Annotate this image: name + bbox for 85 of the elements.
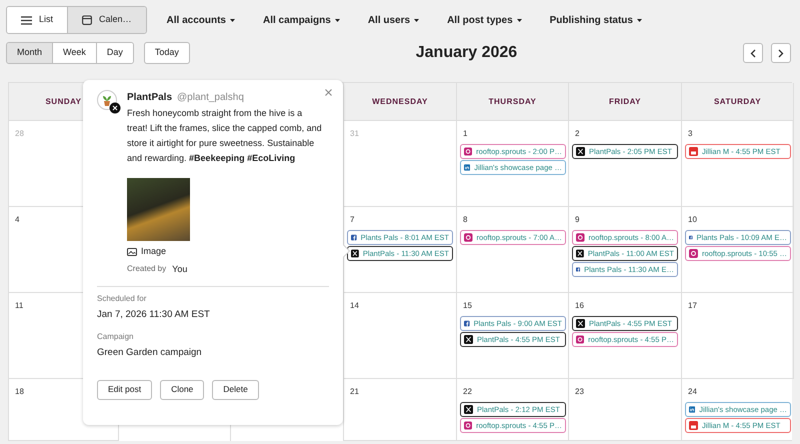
weekday-header: SATURDAY	[714, 96, 762, 108]
weekday-header: WEDNESDAY	[372, 96, 428, 108]
caret-down-icon	[230, 18, 235, 22]
popover-action-button[interactable]: Edit post	[97, 380, 152, 400]
x-logo-icon	[576, 319, 585, 328]
avatar-drawing	[97, 90, 121, 114]
filter-dropdown[interactable]: All post types	[447, 12, 522, 28]
day-number: 7	[349, 214, 354, 226]
day-number: 9	[574, 214, 580, 226]
next-button[interactable]	[771, 43, 791, 63]
day-number: 31	[349, 128, 359, 140]
caret-down-icon	[636, 18, 642, 22]
post-text: Fresh honeycomb straight from the hive is a treat! Lift the frames, slice the capped comb, and store it airtight for pure sweetness. Sustainable and rewarding. #Beekeeping #EcoLiving	[127, 107, 323, 165]
day-number: 17	[687, 300, 697, 312]
scheduled-label: Scheduled for	[97, 293, 148, 305]
day-number: 1	[462, 128, 468, 140]
account-name: PlantPals	[127, 91, 172, 105]
day-number: 21	[349, 386, 359, 398]
today-button[interactable]: Today	[144, 42, 190, 64]
facebook-icon	[689, 233, 693, 242]
day-number: 16	[574, 300, 584, 312]
x-logo-icon	[464, 405, 473, 414]
created-by-label: Created by	[127, 263, 166, 276]
filter-dropdown[interactable]: All campaigns	[263, 12, 340, 28]
day-number: 24	[687, 386, 697, 398]
account-handle: @plant_palshq	[177, 91, 244, 105]
popover-action-button[interactable]: Clone	[160, 380, 204, 400]
close-icon[interactable]	[325, 89, 332, 96]
day-number: 22	[462, 386, 472, 398]
image-icon	[127, 248, 137, 256]
caret-down-icon	[414, 18, 420, 22]
caret-down-icon	[516, 18, 522, 22]
day-number: 8	[462, 214, 468, 226]
linkedin-icon	[464, 163, 470, 172]
x-logo-icon	[351, 249, 359, 258]
facebook-icon	[576, 265, 580, 274]
instagram-icon	[464, 421, 472, 430]
x-logo-icon	[576, 147, 585, 156]
scheduled-time: Jan 7, 2026 11:30 AM EST	[97, 308, 211, 322]
x-logo-icon	[464, 335, 473, 344]
day-number: 18	[14, 386, 24, 398]
chevron-left-icon	[750, 48, 756, 58]
created-by-value: You	[172, 262, 188, 276]
x-logo-icon	[576, 249, 584, 258]
list-icon	[21, 16, 32, 24]
weekday-header: FRIDAY	[608, 96, 642, 108]
instagram-icon	[464, 233, 473, 242]
instagram-icon	[576, 233, 585, 242]
facebook-icon	[351, 233, 357, 242]
range-tab[interactable]: Month	[7, 43, 52, 63]
campaign-label: Campaign	[97, 331, 134, 344]
day-number: 28	[14, 128, 24, 140]
day-number: 10	[687, 214, 697, 226]
linkedin-icon	[689, 405, 696, 414]
caret-down-icon	[334, 18, 340, 22]
weekday-header: THURSDAY	[488, 96, 536, 108]
day-number: 4	[14, 214, 20, 226]
youtube-icon	[689, 147, 698, 156]
day-number: 15	[462, 300, 472, 312]
weekday-header: SUNDAY	[45, 96, 82, 108]
photo-placeholder	[127, 178, 190, 241]
previous-button[interactable]	[743, 43, 763, 63]
day-number: 14	[349, 300, 359, 312]
month-title: January 2026	[416, 43, 518, 63]
range-tab[interactable]: Day	[96, 43, 133, 63]
view-toggle-tab[interactable]: Calen…	[67, 7, 146, 33]
chevron-right-icon	[778, 48, 784, 58]
view-toggle-tab[interactable]: List	[7, 7, 68, 33]
media-type-label: Image	[141, 245, 166, 258]
range-tab[interactable]: Week	[52, 43, 96, 63]
campaign-name: Green Garden campaign	[97, 346, 203, 360]
filter-dropdown[interactable]: Publishing status	[550, 12, 642, 28]
youtube-icon	[689, 421, 698, 430]
instagram-icon	[464, 147, 472, 156]
filter-dropdown[interactable]: All users	[368, 12, 420, 28]
day-number: 3	[687, 128, 692, 140]
instagram-icon	[576, 335, 584, 344]
popover-action-button[interactable]: Delete	[212, 380, 259, 400]
day-number: 23	[574, 386, 584, 398]
facebook-icon	[464, 319, 470, 328]
instagram-icon	[689, 249, 698, 258]
filter-dropdown[interactable]: All accounts	[166, 12, 235, 28]
calendar-icon	[82, 15, 92, 25]
day-number: 2	[574, 128, 580, 140]
day-number: 11	[14, 300, 24, 312]
